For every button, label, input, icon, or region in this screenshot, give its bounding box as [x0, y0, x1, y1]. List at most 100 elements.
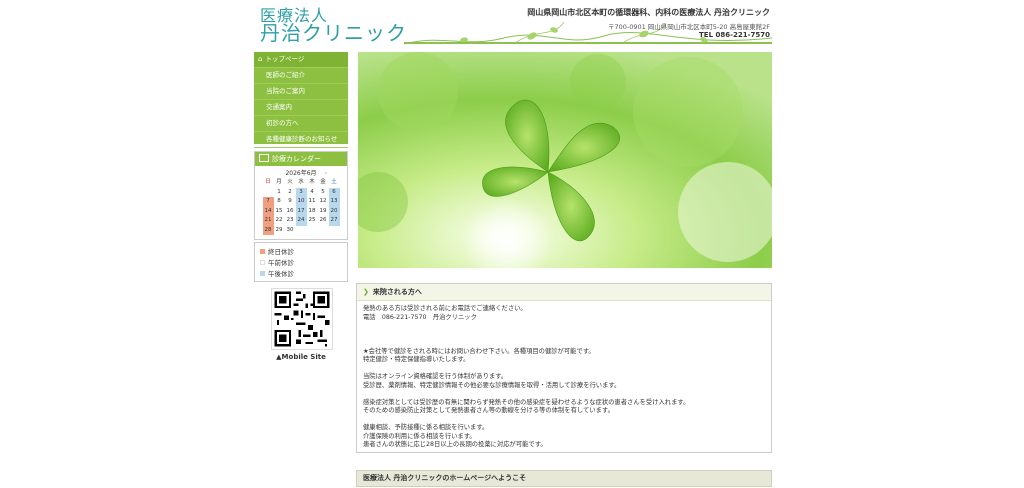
calendar-day: [318, 226, 329, 236]
header-address: 〒700-0901 岡山県岡山市北区本町5-20 高島屋東館2F: [607, 23, 770, 31]
calendar-heading: 診療カレンダー: [255, 152, 347, 166]
calendar-day: 21: [262, 216, 274, 226]
notice-line: [363, 416, 765, 425]
calendar-weekday: 土: [331, 179, 337, 185]
calendar-day: 15: [275, 207, 283, 214]
welcome-heading: 医療法人 丹治クリニックのホームページへようこそ: [356, 470, 772, 487]
notice-heading-label: 来院される方へ: [372, 288, 422, 296]
mobile-site-link[interactable]: ▲Mobile Site: [254, 353, 348, 361]
calendar-day: 20: [328, 206, 340, 216]
calendar-day: 6: [328, 187, 340, 197]
home-icon: ⌂: [258, 55, 263, 63]
calendar-legend: 終日休診 午前休診 午後休診: [254, 242, 348, 282]
notice-body: 発熱のある方は受診される前にお電話でご連絡ください。 電話 086-221-757…: [357, 301, 771, 454]
notice-line: そのための感染防止対策として発熱患者さん等の動線を分ける等の体制を有しています。: [363, 407, 614, 414]
menu-item-label: トップページ: [265, 55, 305, 63]
calendar-month-label: 2026年6月: [285, 170, 317, 177]
calendar-weekday: 月: [276, 179, 282, 185]
legend-label: 終日休診: [268, 248, 294, 256]
menu-item-checkups[interactable]: 各種健康診断のお知らせ: [254, 132, 348, 148]
calendar-weekday: 水: [298, 179, 304, 185]
menu-item-top[interactable]: ⌂ トップページ: [254, 52, 348, 68]
calendar-weekday: 木: [309, 179, 315, 185]
legend-item: 午後休診: [260, 269, 347, 280]
legend-swatch: [260, 249, 265, 254]
legend-swatch: [260, 271, 265, 276]
legend-item: 午前休診: [260, 258, 347, 269]
calendar-day: 30: [286, 226, 294, 233]
calendar-day: 7: [262, 197, 274, 207]
notice-line: 発熱のある方は受診される前にお電話でご連絡ください。: [363, 305, 527, 312]
calendar-day: 13: [328, 197, 340, 207]
calendar-day: 9: [288, 198, 292, 204]
calendar-day: 8: [277, 198, 281, 204]
calendar-day: 4: [310, 188, 314, 195]
calendar-day: 29: [275, 226, 283, 233]
page: 医療法人 丹治クリニック 岡山県岡山市北区本町の循環器科、内科の医療法人 丹治ク…: [254, 0, 772, 488]
logo-line2[interactable]: 丹治クリニック: [260, 22, 407, 44]
sidebar-menu: ⌂ トップページ 医師のご紹介 当院のご案内 交通案内 初診の方へ 各種健康診断の…: [254, 52, 348, 148]
calendar-weekday: 火: [287, 179, 293, 185]
calendar-day: 22: [275, 217, 283, 223]
calendar-day: 19: [319, 207, 327, 214]
calendar-day: [329, 226, 340, 236]
notice-line: 電話 086-221-7570 丹治クリニック: [363, 313, 477, 321]
calendar-grid: 日月火水木金土 1 2 3 4 5 6 7 8 9 10 11 12 13 14 15 16 17 18 19 20 21…: [262, 178, 340, 236]
calendar-weekday: 金: [320, 179, 326, 185]
calendar-day: 3: [295, 187, 307, 197]
header-tel: TEL 086-221-7570: [699, 31, 770, 39]
notice-line: 患者さんの状態に応じ28日以上の長期の投薬に対応が可能です。: [363, 441, 547, 448]
calendar-day: 25: [308, 217, 316, 223]
calendar: 診療カレンダー 2026年6月 › 日月火水木金土 1 2 3 4 5 6 7 8 9 10 11 12…: [254, 151, 348, 240]
calendar-next-button[interactable]: ›: [325, 170, 327, 178]
menu-item-first-visit[interactable]: 初診の方へ: [254, 116, 348, 132]
notice-panel: ❯ 来院される方へ 発熱のある方は受診される前にお電話でご連絡ください。 電話 08…: [356, 283, 772, 453]
header-title: 岡山県岡山市北区本町の循環器科、内科の医療法人 丹治クリニック: [527, 8, 770, 17]
qr-code[interactable]: [271, 288, 333, 350]
legend-swatch: [260, 260, 265, 265]
calendar-day: [296, 226, 307, 236]
notice-line: 特定健診・特定保健指導いたします。: [363, 356, 470, 363]
notice-line: 感染症対策としては受診歴の有無に関わらず発熱その他の感染症を疑わせるような症状の…: [363, 398, 690, 406]
legend-label: 午後休診: [268, 270, 294, 278]
calendar-day: [307, 226, 318, 236]
calendar-day: 5: [321, 188, 325, 195]
legend-item: 終日休診: [260, 247, 347, 258]
notice-line: [363, 339, 765, 348]
calendar-day: 2: [288, 188, 292, 195]
calendar-day: [263, 188, 274, 198]
menu-item-doctor[interactable]: 医師のご紹介: [254, 68, 348, 84]
calendar-weekday: 日: [265, 179, 271, 185]
calendar-month: 2026年6月 ›: [255, 170, 347, 178]
menu-item-access[interactable]: 交通案内: [254, 100, 348, 116]
notice-heading: ❯ 来院される方へ: [357, 284, 771, 301]
calendar-day: 17: [295, 206, 307, 216]
calendar-day: 26: [319, 217, 327, 223]
legend-label: 午前休診: [268, 259, 294, 267]
notice-line: 当院はオンライン資格確認を行う体制があります。: [363, 373, 508, 380]
calendar-day: 1: [277, 188, 281, 195]
calendar-day: 14: [262, 206, 274, 216]
notice-line: 受診歴、薬剤情報、特定健診情報その他必要な診療情報を取得・活用して診療を行います…: [363, 381, 621, 389]
calendar-day: 28: [262, 225, 274, 235]
calendar-day: 16: [286, 207, 294, 214]
chevron-down-icon: ❯: [363, 288, 369, 296]
calendar-day: 24: [295, 216, 307, 226]
calendar-day: 23: [286, 217, 294, 223]
notice-line: [363, 331, 765, 340]
notice-line: [363, 365, 765, 374]
notice-line: [363, 390, 765, 399]
calendar-day: 10: [295, 197, 307, 207]
hero-clover-image: [358, 52, 772, 268]
calendar-icon: [259, 154, 269, 162]
notice-line: 介護保険の利用に係る相談を行います。: [363, 432, 476, 440]
notice-line: 健康相談、予防接種に係る相談を行います。: [363, 424, 489, 431]
calendar-day: 12: [319, 198, 327, 204]
notice-line: [363, 322, 765, 331]
calendar-day: 18: [308, 207, 316, 214]
menu-item-clinic-info[interactable]: 当院のご案内: [254, 84, 348, 100]
calendar-day: 27: [328, 216, 340, 226]
calendar-day: 11: [308, 198, 316, 204]
header-divider: [404, 42, 772, 44]
notice-line: ★会社等で健診をされる時にはお問い合わせ下さい。各種項目の健診が可能です。: [363, 347, 595, 355]
